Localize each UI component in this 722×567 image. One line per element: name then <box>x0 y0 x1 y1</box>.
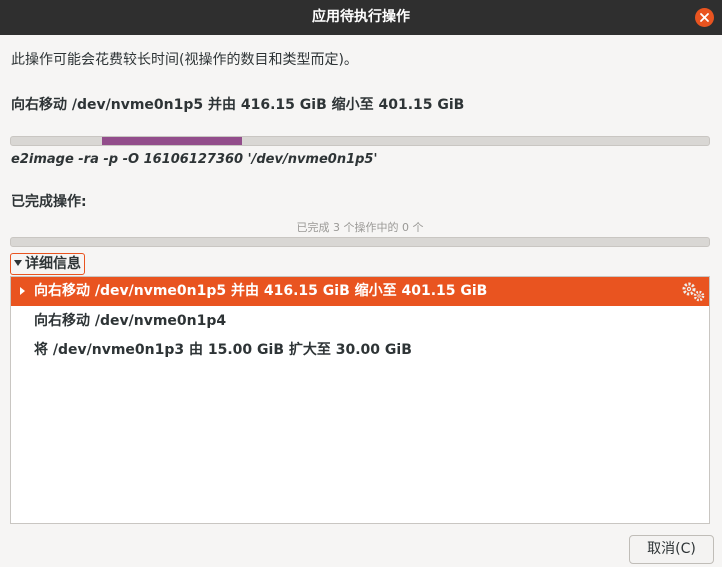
operation-row[interactable]: 向右移动 /dev/nvme0n1p4 <box>11 307 709 336</box>
apply-operations-dialog: 应用待执行操作 此操作可能会花费较长时间(视操作的数目和类型而定)。 向右移动 … <box>0 0 722 567</box>
row-expand-arrow-icon <box>20 287 25 295</box>
completed-count-text: 已完成 3 个操作中的 0 个 <box>296 221 424 234</box>
current-command-text: e2image -ra -p -O 16106127360 '/dev/nvme… <box>11 152 378 167</box>
current-operation-text: 向右移动 /dev/nvme0n1p5 并由 416.15 GiB 缩小至 40… <box>11 97 465 113</box>
expander-down-icon <box>14 260 22 266</box>
operation-row-text: 向右移动 /dev/nvme0n1p4 <box>34 313 227 329</box>
gears-icon <box>682 282 705 302</box>
titlebar: 应用待执行操作 <box>0 0 722 35</box>
operation-row-text: 将 /dev/nvme0n1p3 由 15.00 GiB 扩大至 30.00 G… <box>34 342 412 358</box>
close-icon <box>700 13 709 22</box>
current-operation-progress <box>10 136 710 146</box>
close-button[interactable] <box>695 8 714 27</box>
operation-row-text: 向右移动 /dev/nvme0n1p5 并由 416.15 GiB 缩小至 40… <box>34 283 488 299</box>
details-expander-label: 详细信息 <box>25 256 81 272</box>
operations-list: 向右移动 /dev/nvme0n1p5 并由 416.15 GiB 缩小至 40… <box>10 276 710 524</box>
window-title: 应用待执行操作 <box>312 9 410 25</box>
details-expander[interactable]: 详细信息 <box>10 253 85 275</box>
current-operation-progress-fill <box>102 137 242 145</box>
overall-progress-bar <box>10 237 710 247</box>
description-text: 此操作可能会花费较长时间(视操作的数目和类型而定)。 <box>11 52 358 68</box>
operation-row[interactable]: 向右移动 /dev/nvme0n1p5 并由 416.15 GiB 缩小至 40… <box>11 277 709 306</box>
operation-row[interactable]: 将 /dev/nvme0n1p3 由 15.00 GiB 扩大至 30.00 G… <box>11 336 709 365</box>
cancel-button[interactable]: 取消(C) <box>629 535 714 564</box>
completed-operations-label: 已完成操作: <box>11 194 87 210</box>
